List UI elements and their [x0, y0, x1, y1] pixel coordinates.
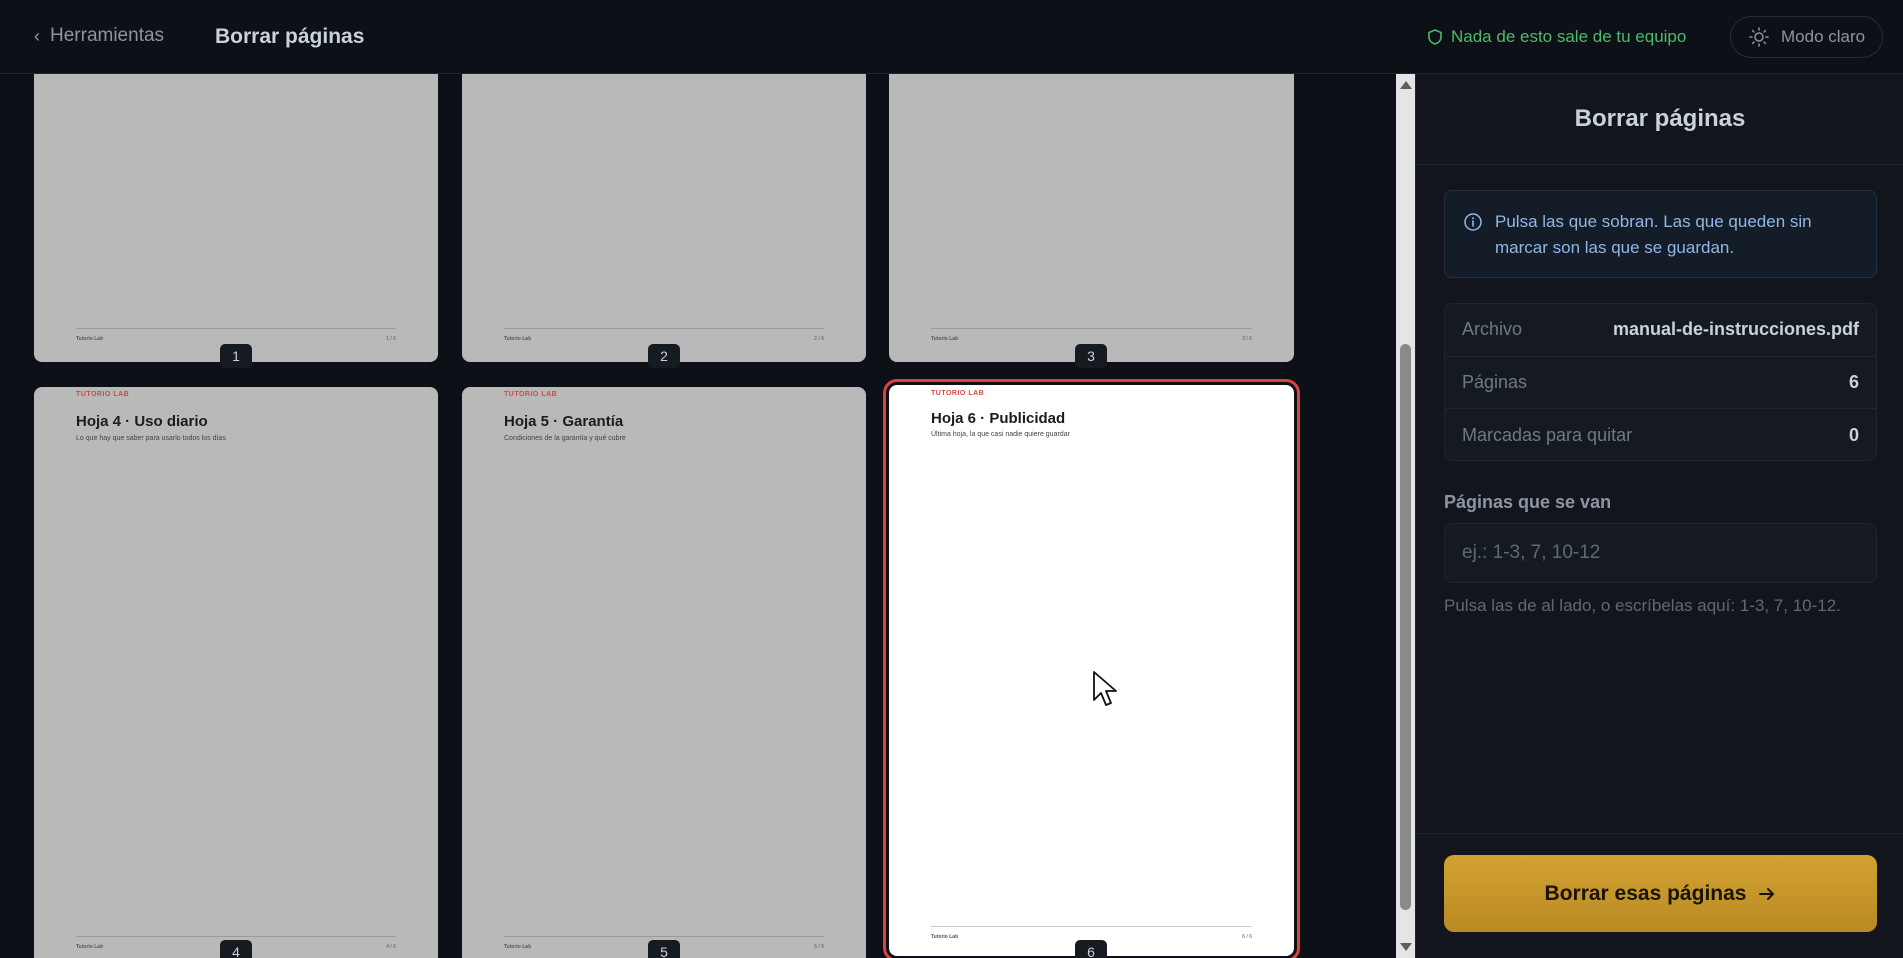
- page-brand: TUTORIO LAB: [76, 391, 130, 398]
- info-text: Pulsa las que sobran. Las que queden sin…: [1495, 212, 1812, 257]
- page-subtitle: Condiciones de la garantía y qué cubre: [504, 435, 626, 442]
- page-number-badge: 2: [648, 344, 680, 368]
- stat-value: 0: [1848, 424, 1859, 445]
- theme-label: Modo claro: [1781, 27, 1866, 46]
- stat-label: Archivo: [1462, 319, 1523, 340]
- back-link[interactable]: ‹ Herramientas: [34, 25, 164, 47]
- chevron-left-icon: ‹: [34, 25, 40, 46]
- privacy-notice: Nada de esto sale de tu equipo: [1428, 27, 1686, 47]
- stat-row-marked: Marcadas para quitar 0: [1445, 409, 1876, 462]
- theme-toggle-button[interactable]: Modo claro: [1730, 16, 1883, 58]
- page-footer-left: Tutorio Lab: [504, 944, 532, 950]
- delete-pages-label: Borrar esas páginas: [1544, 881, 1747, 905]
- page-footer-left: Tutorio Lab: [504, 336, 532, 342]
- page-subtitle: Última hoja, la que casi nadie quiere gu…: [931, 431, 1070, 438]
- page-thumbnail[interactable]: Tutorio Lab 2 / 6: [462, 74, 866, 362]
- page-brand: TUTORIO LAB: [931, 390, 985, 397]
- page-heading: Hoja 4 · Uso diario: [76, 413, 208, 430]
- page-footer-left: Tutorio Lab: [931, 934, 959, 940]
- mouse-cursor-icon: [1093, 671, 1117, 706]
- footer-line: [76, 936, 396, 937]
- delete-pages-button[interactable]: Borrar esas páginas: [1444, 855, 1877, 932]
- footer-line: [931, 926, 1252, 927]
- scrollbar-thumb[interactable]: [1400, 344, 1411, 910]
- info-box: Pulsa las que sobran. Las que queden sin…: [1444, 190, 1877, 278]
- page-heading: Hoja 5 · Garantía: [504, 413, 624, 430]
- page-footer-right: 2 / 6: [814, 336, 824, 342]
- page-footer-left: Tutorio Lab: [76, 336, 104, 342]
- page-heading: Hoja 6 · Publicidad: [931, 410, 1066, 427]
- shield-icon: [1428, 29, 1442, 45]
- scrollbar[interactable]: [1396, 74, 1415, 958]
- panel-title: Borrar páginas: [1416, 74, 1903, 165]
- footer-line: [76, 328, 396, 329]
- footer-line: [504, 328, 824, 329]
- back-label: Herramientas: [50, 25, 165, 46]
- arrow-right-icon: [1759, 887, 1775, 900]
- page-number-badge: 3: [1075, 344, 1107, 368]
- stat-row-pages: Páginas 6: [1445, 357, 1876, 410]
- stat-label: Marcadas para quitar: [1462, 424, 1633, 445]
- page-brand: TUTORIO LAB: [504, 391, 558, 398]
- pages-input-hint: Pulsa las de al lado, o escríbelas aquí:…: [1444, 596, 1841, 615]
- page-footer-left: Tutorio Lab: [76, 944, 104, 950]
- footer-line: [931, 328, 1252, 329]
- page-thumbnail[interactable]: TUTORIO LAB Hoja 5 · Garantía Condicione…: [462, 387, 866, 958]
- page-footer-right: 3 / 6: [1242, 336, 1252, 342]
- stat-value: 6: [1848, 371, 1859, 392]
- stat-label: Páginas: [1462, 371, 1528, 392]
- info-icon: [1464, 213, 1482, 231]
- footer-line: [504, 936, 824, 937]
- side-panel: Borrar páginas Pulsa las que sobran. Las…: [1415, 74, 1903, 958]
- page-footer-right: 4 / 6: [386, 944, 396, 950]
- pages-input[interactable]: [1444, 523, 1877, 583]
- scroll-down-arrow-icon[interactable]: [1400, 943, 1412, 951]
- scroll-up-arrow-icon[interactable]: [1400, 81, 1412, 89]
- page-subtitle: Lo que hay que saber para usarlo todos l…: [76, 435, 226, 442]
- page-number-badge: 1: [220, 344, 252, 368]
- page-number-badge: 5: [648, 940, 680, 958]
- page-footer-right: 6 / 6: [1242, 934, 1252, 940]
- page-grid: Tutorio Lab 1 / 6 1 Tutorio Lab 2 / 6 2 …: [0, 74, 1396, 958]
- page-footer-right: 1 / 6: [386, 336, 396, 342]
- privacy-text: Nada de esto sale de tu equipo: [1451, 27, 1687, 46]
- pages-input-label: Páginas que se van: [1444, 492, 1612, 512]
- page-footer-right: 5 / 6: [814, 944, 824, 950]
- page-number-badge: 6: [1075, 940, 1107, 958]
- sun-icon: [1749, 27, 1769, 47]
- page-thumbnail[interactable]: Tutorio Lab 1 / 6: [34, 74, 438, 362]
- stat-value: manual-de-instrucciones.pdf: [1612, 319, 1859, 340]
- page-footer-left: Tutorio Lab: [931, 336, 959, 342]
- stat-row-file: Archivo manual-de-instrucciones.pdf: [1445, 304, 1876, 357]
- page-title: Borrar páginas: [215, 25, 365, 48]
- divider: [1416, 833, 1903, 834]
- top-bar: ‹ Herramientas Borrar páginas Nada de es…: [0, 0, 1903, 74]
- page-thumbnail[interactable]: TUTORIO LAB Hoja 4 · Uso diario Lo que h…: [34, 387, 438, 958]
- file-stats: Archivo manual-de-instrucciones.pdf Pági…: [1444, 303, 1877, 461]
- page-thumbnail[interactable]: Tutorio Lab 3 / 6: [889, 74, 1294, 362]
- page-number-badge: 4: [220, 940, 252, 958]
